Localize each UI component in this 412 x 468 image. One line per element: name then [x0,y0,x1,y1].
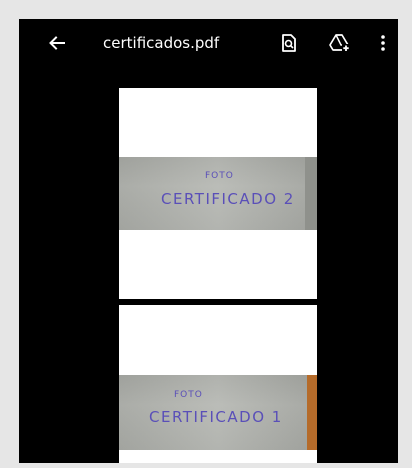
find-in-page-icon [282,34,296,52]
more-vertical-icon [381,35,385,51]
photo-caption: FOTO [174,390,203,400]
photo-text: CERTIFICADO 1 [149,408,283,426]
toolbar: certificados.pdf [19,19,398,67]
photo-caption: FOTO [205,171,234,181]
pdf-page[interactable]: FOTO CERTIFICADO 2 [119,88,317,299]
add-to-drive-button[interactable] [328,31,352,55]
certificate-photo: FOTO CERTIFICADO 2 [119,157,317,230]
back-button[interactable] [45,31,69,55]
search-button[interactable] [277,31,301,55]
add-to-drive-icon [329,34,350,52]
pdf-page[interactable]: FOTO CERTIFICADO 1 [119,305,317,463]
pdf-viewer: certificados.pdf FOTO CERTIFICADO 2 FOTO… [19,19,398,463]
arrow-left-icon [49,36,65,50]
photo-text: CERTIFICADO 2 [161,190,295,208]
document-title: certificados.pdf [103,34,220,52]
more-options-button[interactable] [371,31,395,55]
certificate-photo: FOTO CERTIFICADO 1 [119,375,317,450]
